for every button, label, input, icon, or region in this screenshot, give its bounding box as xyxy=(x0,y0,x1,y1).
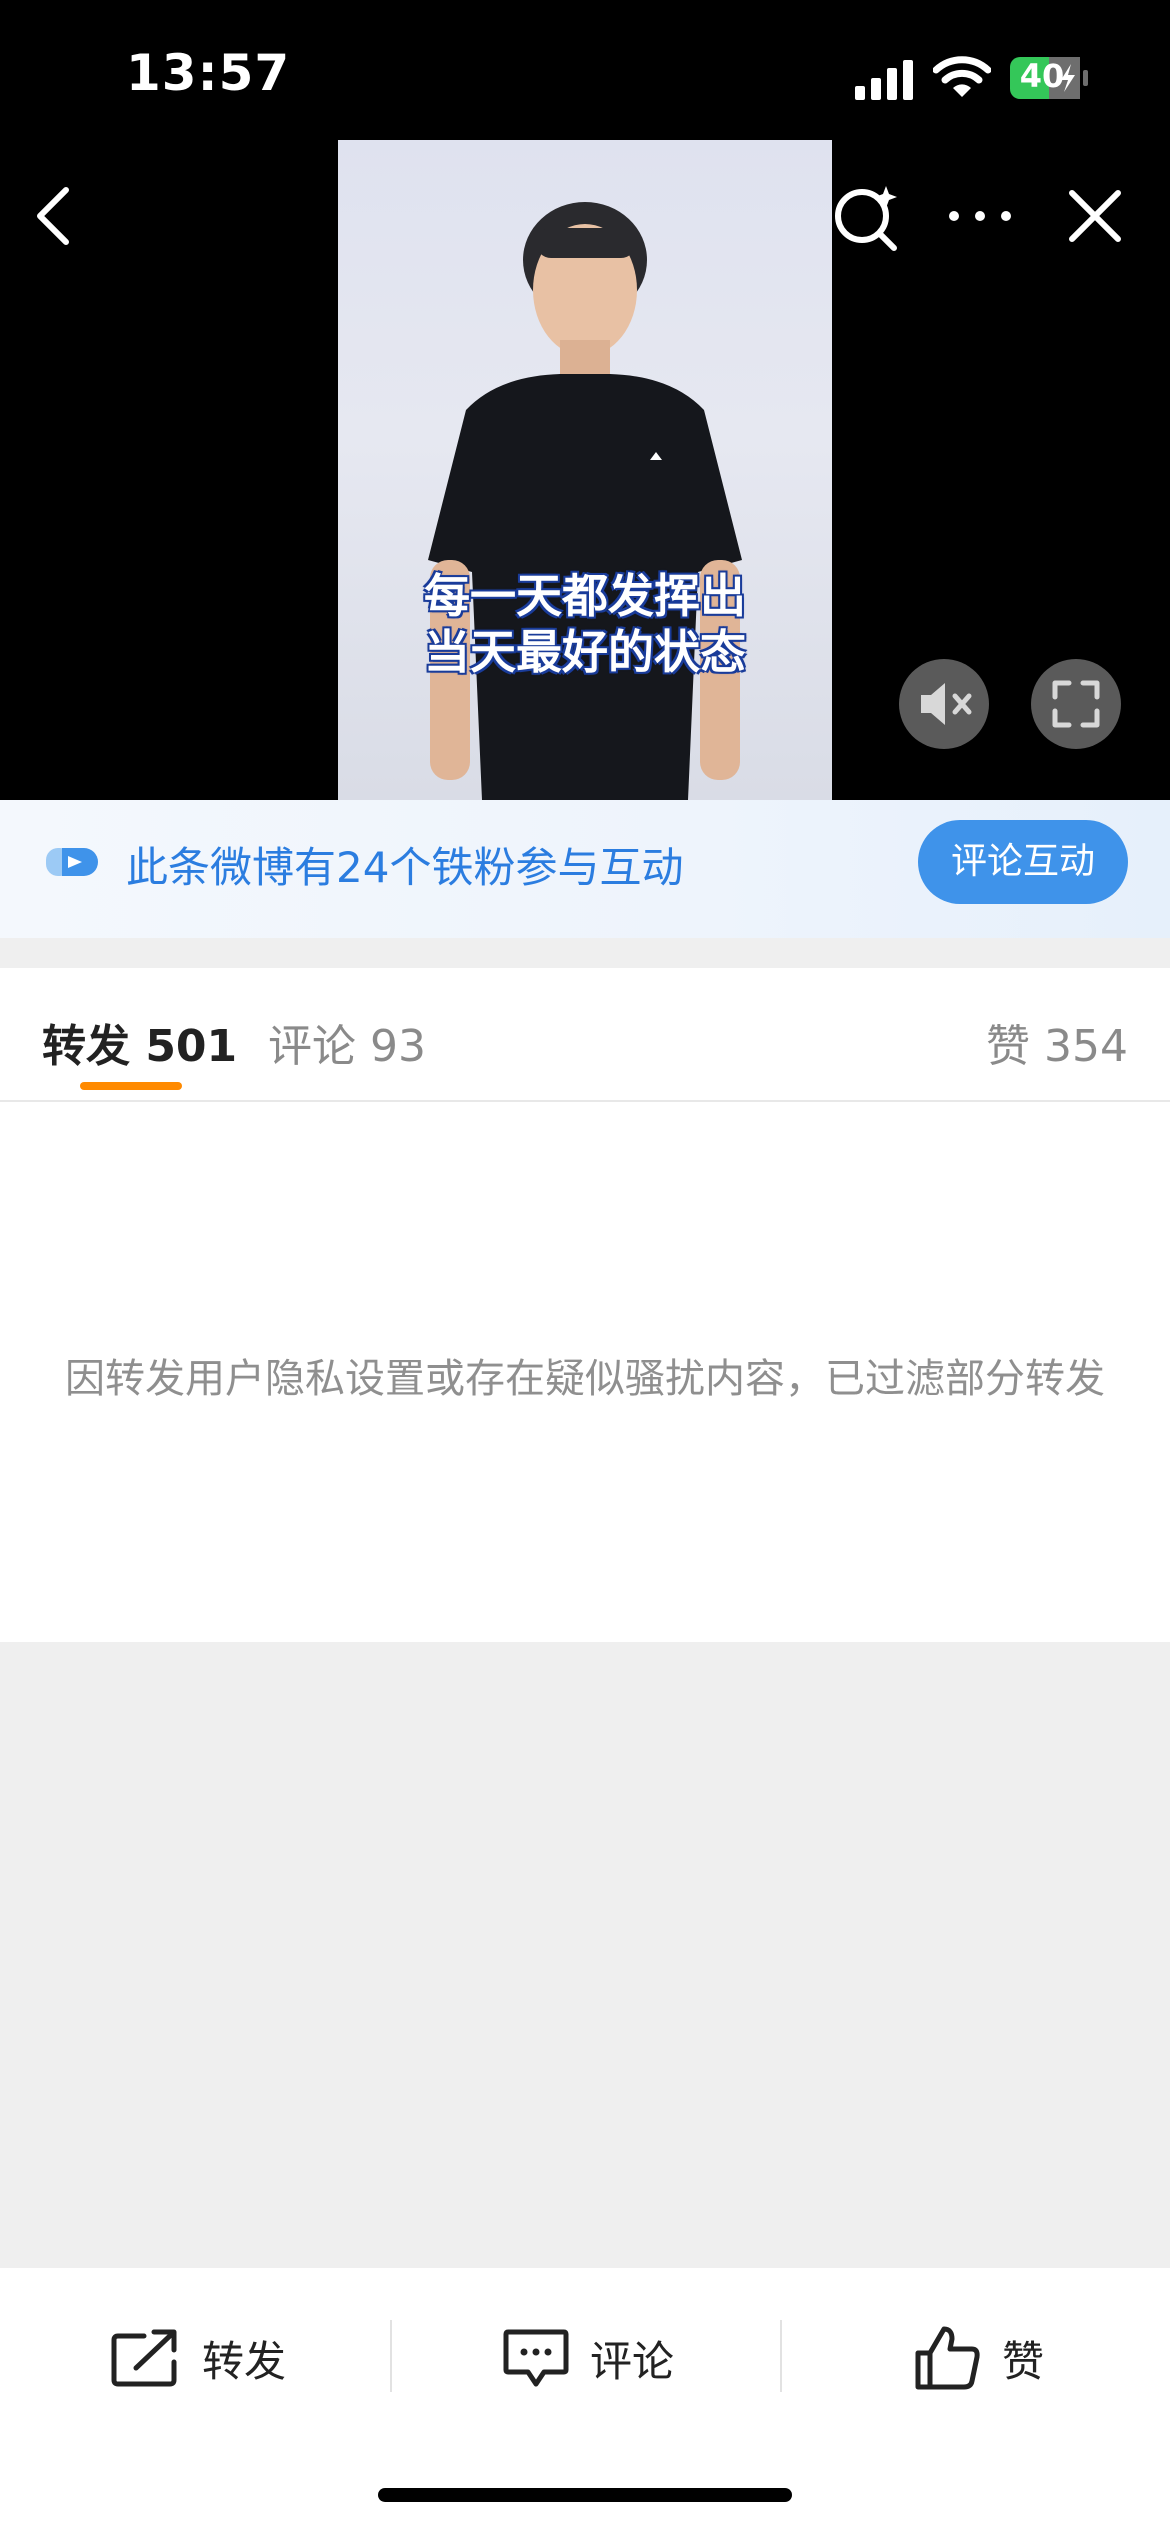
divider xyxy=(780,2320,782,2392)
mute-button[interactable] xyxy=(899,659,989,749)
repost-list: 因转发用户隐私设置或存在疑似骚扰内容，已过滤部分转发 xyxy=(0,1102,1170,1642)
comment-button[interactable]: 评论 xyxy=(502,2318,674,2398)
fan-interaction-banner: 此条微博有24个铁粉参与互动 评论互动 xyxy=(0,800,1170,938)
wifi-icon xyxy=(933,56,991,97)
more-options-button[interactable] xyxy=(940,176,1020,256)
fan-badge-icon xyxy=(46,848,98,876)
tab-likes[interactable]: 赞 354 xyxy=(986,1010,1128,1074)
status-bar: 13:57 40 xyxy=(0,0,1170,140)
repost-label: 转发 xyxy=(202,2336,287,2386)
comment-icon xyxy=(503,2329,569,2387)
engagement-tabs: 转发 501 评论 93 赞 354 xyxy=(0,968,1170,1102)
thumbs-up-icon xyxy=(915,2326,980,2390)
subtitle-line-2: 当天最好的状态 xyxy=(424,625,746,679)
video-player[interactable]: 每一天都发挥出 当天最好的状态 xyxy=(0,140,1170,800)
close-button[interactable] xyxy=(1062,176,1128,256)
comment-interaction-button[interactable]: 评论互动 xyxy=(918,820,1128,904)
fullscreen-icon xyxy=(1052,680,1100,728)
tab-repost[interactable]: 转发 501 xyxy=(42,1010,237,1074)
home-indicator xyxy=(378,2488,792,2502)
fullscreen-button[interactable] xyxy=(1031,659,1121,749)
close-icon xyxy=(1069,190,1121,242)
status-time: 13:57 xyxy=(126,44,291,102)
more-dots-icon xyxy=(949,211,1011,221)
visual-search-button[interactable] xyxy=(828,176,904,256)
like-label: 赞 xyxy=(1002,2336,1045,2386)
like-button[interactable]: 赞 xyxy=(914,2318,1044,2398)
repost-button[interactable]: 转发 xyxy=(110,2318,286,2398)
active-tab-indicator xyxy=(80,1082,182,1090)
person-illustration xyxy=(428,202,742,800)
filter-notice: 因转发用户隐私设置或存在疑似骚扰内容，已过滤部分转发 xyxy=(65,1356,1105,1402)
divider xyxy=(390,2320,392,2392)
chevron-left-icon xyxy=(37,187,69,245)
cellular-signal-icon xyxy=(855,60,913,100)
video-subtitle: 每一天都发挥出 当天最好的状态 xyxy=(338,568,832,680)
comment-label: 评论 xyxy=(590,2336,675,2386)
tab-comments[interactable]: 评论 93 xyxy=(268,1010,426,1074)
subtitle-line-1: 每一天都发挥出 xyxy=(424,569,746,623)
share-icon xyxy=(111,2329,177,2387)
search-sparkle-icon xyxy=(835,186,897,251)
fan-interaction-text: 此条微博有24个铁粉参与互动 xyxy=(126,843,684,892)
video-frame xyxy=(338,140,832,800)
back-button[interactable] xyxy=(28,176,80,256)
battery-percent: 40 xyxy=(1019,57,1065,95)
speaker-muted-icon xyxy=(921,683,972,725)
